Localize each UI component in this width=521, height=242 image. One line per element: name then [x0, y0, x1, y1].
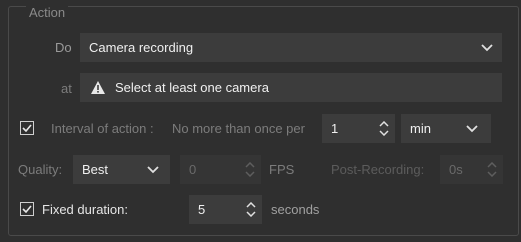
chevron-down-icon	[481, 43, 493, 51]
quality-label: Quality:	[18, 162, 63, 177]
interval-value-spinner[interactable]: 1	[322, 114, 395, 143]
spinner-arrows-icon[interactable]	[246, 195, 256, 224]
fps-value: 0	[189, 162, 197, 177]
camera-selector-text: Select at least one camera	[115, 80, 269, 95]
fps-spinner[interactable]: 0	[180, 155, 261, 184]
interval-limit-text: No more than once per	[172, 121, 305, 136]
fixed-duration-unit: seconds	[271, 202, 320, 217]
fixed-duration-checkbox[interactable]	[20, 202, 34, 216]
fixed-duration-spinner[interactable]: 5	[189, 195, 262, 224]
fps-label: FPS	[269, 162, 295, 177]
interval-label: Interval of action :	[51, 121, 154, 136]
spinner-arrows-icon[interactable]	[379, 114, 389, 143]
post-recording-value: 0s	[449, 162, 463, 177]
fixed-duration-label: Fixed duration:	[42, 202, 128, 217]
post-recording-spinner[interactable]: 0s	[440, 155, 503, 184]
interval-checkbox[interactable]	[20, 121, 34, 135]
fixed-duration-value: 5	[198, 202, 206, 217]
chevron-down-icon	[466, 124, 478, 132]
interval-unit-value: min	[410, 121, 431, 136]
at-label: at	[61, 81, 72, 96]
checkmark-icon	[22, 205, 32, 213]
interval-value: 1	[331, 121, 339, 136]
spinner-arrows-icon	[245, 155, 255, 184]
quality-select[interactable]: Best	[73, 155, 170, 184]
section-title: Action	[26, 5, 69, 20]
checkmark-icon	[22, 124, 32, 132]
action-type-select[interactable]: Camera recording	[80, 33, 502, 62]
action-type-value: Camera recording	[89, 40, 194, 55]
chevron-down-icon	[147, 165, 159, 173]
spinner-arrows-icon	[487, 155, 497, 184]
post-recording-label: Post-Recording:	[331, 162, 425, 177]
do-label: Do	[55, 40, 72, 55]
quality-value: Best	[82, 162, 109, 177]
warning-icon	[91, 81, 105, 94]
interval-unit-select[interactable]: min	[401, 114, 491, 143]
camera-selector[interactable]: Select at least one camera	[80, 73, 502, 102]
